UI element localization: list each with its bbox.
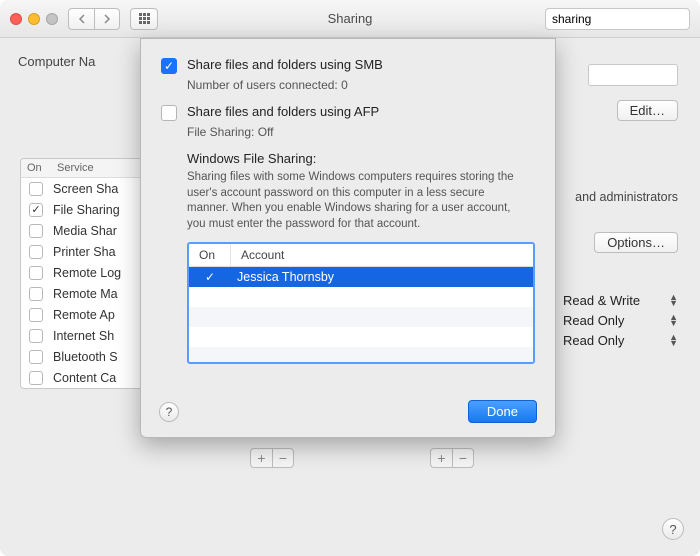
sheet-bottom-bar: ? Done — [159, 400, 537, 423]
updown-icon[interactable]: ▲▼ — [669, 334, 678, 346]
account-row-empty — [189, 347, 533, 364]
service-checkbox[interactable] — [29, 287, 43, 301]
permission-row[interactable]: Read & Write ▲▼ — [563, 290, 678, 310]
service-checkbox[interactable] — [29, 224, 43, 238]
service-checkbox[interactable] — [29, 203, 43, 217]
account-checkbox-icon[interactable]: ✓ — [205, 270, 215, 284]
smb-option-row[interactable]: ✓ Share files and folders using SMB — [161, 57, 535, 74]
minimize-window-icon[interactable] — [28, 13, 40, 25]
right-panel-fragment: and administrators Options… — [575, 190, 678, 253]
afp-label: Share files and folders using AFP — [187, 104, 379, 119]
back-button[interactable] — [68, 8, 94, 30]
remove-folder-button[interactable]: − — [272, 448, 294, 468]
chevron-right-icon — [103, 14, 111, 24]
accounts-col-account: Account — [231, 244, 533, 266]
options-button[interactable]: Options… — [594, 232, 678, 253]
service-checkbox[interactable] — [29, 245, 43, 259]
afp-checkbox[interactable] — [161, 105, 177, 121]
account-row-empty — [189, 307, 533, 327]
services-col-on: On — [21, 159, 51, 177]
account-row-empty — [189, 327, 533, 347]
nav-back-forward — [68, 8, 120, 30]
chevron-left-icon — [78, 14, 86, 24]
help-button[interactable]: ? — [662, 518, 684, 540]
service-checkbox[interactable] — [29, 308, 43, 322]
smb-status: Number of users connected: 0 — [187, 78, 535, 92]
forward-button[interactable] — [94, 8, 120, 30]
account-row-empty — [189, 287, 533, 307]
remove-user-button[interactable]: − — [452, 448, 474, 468]
done-button[interactable]: Done — [468, 400, 537, 423]
computer-name-label: Computer Na — [18, 54, 95, 69]
accounts-col-on: On — [189, 244, 231, 266]
updown-icon[interactable]: ▲▼ — [669, 314, 678, 326]
windows-sharing-title: Windows File Sharing: — [187, 151, 535, 166]
search-field[interactable]: ✕ — [545, 8, 690, 30]
accounts-table: On Account ✓ Jessica Thornsby — [187, 242, 535, 364]
add-folder-button[interactable]: + — [250, 448, 272, 468]
add-user-button[interactable]: + — [430, 448, 452, 468]
folders-plus-minus: + − — [250, 448, 294, 468]
service-checkbox[interactable] — [29, 266, 43, 280]
search-input[interactable] — [552, 12, 700, 26]
permissions-list: Read & Write ▲▼ Read Only ▲▼ Read Only ▲… — [563, 290, 678, 350]
account-row[interactable]: ✓ Jessica Thornsby — [189, 267, 533, 287]
traffic-lights — [10, 13, 58, 25]
edit-button[interactable]: Edit… — [617, 100, 678, 121]
sharing-prefs-window: Sharing ✕ Computer Na Edit… On Service S… — [0, 0, 700, 556]
account-name: Jessica Thornsby — [231, 270, 533, 284]
smb-checkbox[interactable]: ✓ — [161, 58, 177, 74]
computer-name-field[interactable] — [588, 64, 678, 86]
smb-label: Share files and folders using SMB — [187, 57, 383, 72]
grid-icon — [139, 13, 150, 24]
windows-sharing-description: Sharing files with some Windows computer… — [187, 170, 527, 232]
close-window-icon[interactable] — [10, 13, 22, 25]
admin-hint: and administrators — [575, 190, 678, 204]
afp-option-row[interactable]: Share files and folders using AFP — [161, 104, 535, 121]
service-checkbox[interactable] — [29, 371, 43, 385]
permission-row[interactable]: Read Only ▲▼ — [563, 330, 678, 350]
permission-row[interactable]: Read Only ▲▼ — [563, 310, 678, 330]
service-checkbox[interactable] — [29, 350, 43, 364]
file-sharing-options-sheet: ✓ Share files and folders using SMB Numb… — [140, 38, 556, 438]
show-all-button[interactable] — [130, 8, 158, 30]
titlebar: Sharing ✕ — [0, 0, 700, 38]
zoom-window-icon[interactable] — [46, 13, 58, 25]
accounts-header: On Account — [189, 244, 533, 267]
permission-label: Read Only — [563, 333, 624, 348]
afp-status: File Sharing: Off — [187, 125, 535, 139]
service-checkbox[interactable] — [29, 329, 43, 343]
permission-label: Read Only — [563, 313, 624, 328]
users-plus-minus: + − — [430, 448, 474, 468]
permission-label: Read & Write — [563, 293, 640, 308]
service-checkbox[interactable] — [29, 182, 43, 196]
updown-icon[interactable]: ▲▼ — [669, 294, 678, 306]
sheet-help-button[interactable]: ? — [159, 402, 179, 422]
